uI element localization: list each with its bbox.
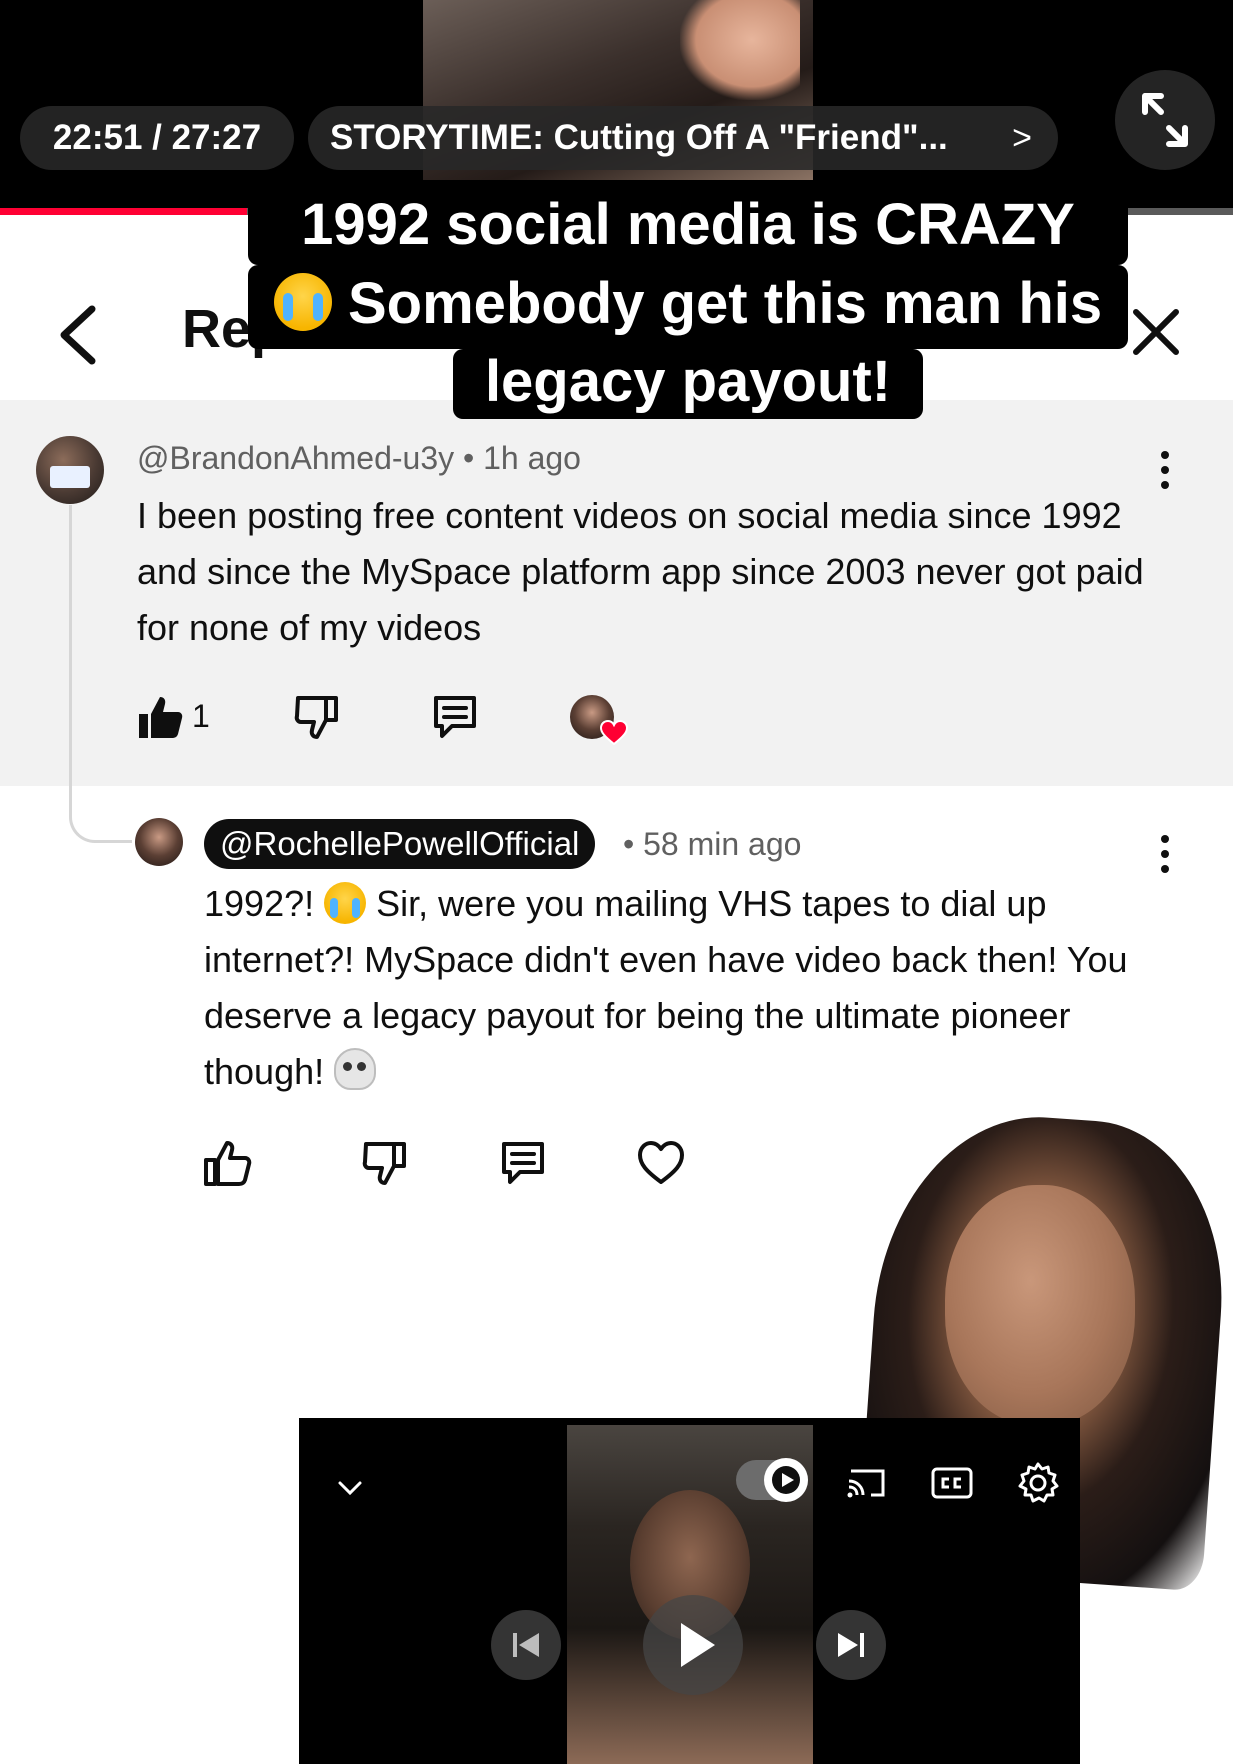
comment-icon bbox=[434, 696, 476, 738]
comment-icon bbox=[502, 1142, 544, 1184]
skip-next-icon bbox=[838, 1633, 864, 1657]
more-vert-icon bbox=[1161, 451, 1169, 489]
heart-icon bbox=[638, 1141, 684, 1184]
more-button[interactable] bbox=[1152, 448, 1178, 492]
meta-separator: • bbox=[623, 826, 635, 862]
like-button[interactable] bbox=[135, 692, 185, 742]
caption-text: Somebody get this man his bbox=[348, 271, 1103, 336]
avatar[interactable] bbox=[36, 436, 104, 504]
caption-line: Somebody get this man his bbox=[248, 265, 1128, 349]
cast-button[interactable] bbox=[845, 1463, 889, 1503]
minimize-button[interactable] bbox=[332, 1470, 368, 1506]
expand-icon bbox=[1142, 93, 1188, 147]
reply-button[interactable] bbox=[430, 692, 480, 742]
autoplay-toggle[interactable] bbox=[736, 1458, 808, 1502]
video-title-pill[interactable]: STORYTIME: Cutting Off A "Friend"... > bbox=[308, 106, 1058, 170]
previous-button[interactable] bbox=[491, 1610, 561, 1680]
crying-face-icon bbox=[324, 882, 367, 924]
closed-captions-icon bbox=[931, 1467, 973, 1499]
heart-icon bbox=[599, 719, 629, 746]
like-count: 1 bbox=[192, 698, 210, 734]
video-title: STORYTIME: Cutting Off A "Friend"... bbox=[330, 118, 948, 157]
reply-button[interactable] bbox=[498, 1138, 548, 1188]
play-button[interactable] bbox=[643, 1595, 743, 1695]
caption-line: legacy payout! bbox=[453, 349, 923, 419]
comment-time: 58 min ago bbox=[643, 826, 802, 862]
autoplay-knob bbox=[764, 1458, 808, 1502]
expand-button[interactable] bbox=[1115, 70, 1215, 170]
avatar-badge bbox=[50, 466, 90, 488]
thumbs-up-icon bbox=[139, 697, 183, 738]
skull-icon bbox=[334, 1048, 377, 1090]
caption-line: 1992 social media is CRAZY bbox=[248, 190, 1128, 265]
thumbs-up-icon bbox=[204, 1141, 252, 1186]
chevron-right-icon: > bbox=[1012, 119, 1032, 157]
heart-button[interactable] bbox=[636, 1138, 686, 1188]
comment-time: 1h ago bbox=[483, 440, 581, 476]
comment-text: 1992?! Sir, were you mailing VHS tapes t… bbox=[204, 876, 1174, 1100]
crying-face-icon bbox=[273, 273, 332, 331]
cast-icon bbox=[847, 1469, 885, 1498]
avatar[interactable] bbox=[135, 818, 183, 866]
meta-separator: • bbox=[463, 440, 475, 476]
thumbs-down-icon bbox=[362, 1142, 406, 1185]
more-button[interactable] bbox=[1152, 832, 1178, 876]
video-progress-fill bbox=[0, 208, 247, 215]
thread-connector bbox=[69, 505, 132, 843]
video-frame-hand bbox=[680, 0, 800, 100]
thumbs-down-icon bbox=[294, 696, 338, 739]
creator-face bbox=[945, 1185, 1135, 1425]
comment-text-part: 1992?! bbox=[204, 883, 325, 924]
close-icon bbox=[1133, 309, 1179, 355]
comment-meta: @BrandonAhmed-u3y • 1h ago bbox=[137, 440, 581, 477]
more-vert-icon bbox=[1161, 835, 1169, 873]
comment-text: I been posting free content videos on so… bbox=[137, 495, 1144, 648]
back-button[interactable] bbox=[50, 295, 110, 375]
video-time-display: 22:51 / 27:27 bbox=[20, 106, 294, 170]
creator-author-badge[interactable]: @RochellePowellOfficial bbox=[204, 819, 596, 869]
play-icon bbox=[772, 1466, 800, 1494]
chevron-left-icon bbox=[60, 305, 96, 365]
close-button[interactable] bbox=[1126, 302, 1186, 362]
dislike-button[interactable] bbox=[360, 1138, 410, 1188]
dislike-button[interactable] bbox=[292, 692, 342, 742]
skip-previous-icon bbox=[513, 1633, 539, 1657]
comment-meta: • 58 min ago bbox=[623, 826, 801, 863]
chevron-down-icon bbox=[338, 1481, 362, 1496]
like-button[interactable] bbox=[202, 1138, 252, 1188]
settings-button[interactable] bbox=[1015, 1460, 1061, 1506]
captions-button[interactable] bbox=[930, 1463, 974, 1503]
next-button[interactable] bbox=[816, 1610, 886, 1680]
comment-author[interactable]: @BrandonAhmed-u3y bbox=[137, 440, 454, 476]
gear-icon bbox=[1018, 1462, 1059, 1503]
play-icon bbox=[681, 1623, 715, 1667]
